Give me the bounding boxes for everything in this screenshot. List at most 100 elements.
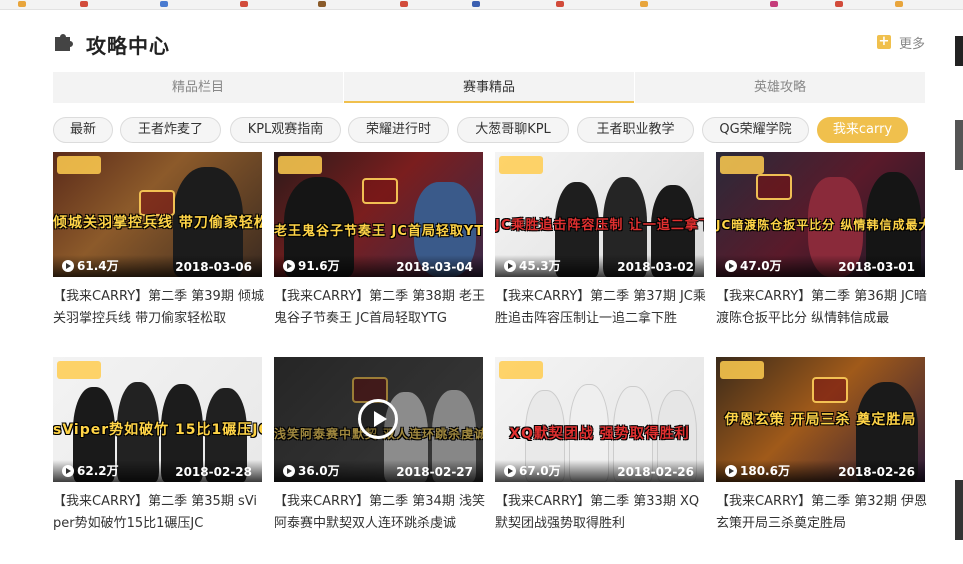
bookmark-icon[interactable]	[640, 1, 648, 7]
edge-fragment	[955, 480, 963, 540]
tab-featured-columns[interactable]: 精品栏目	[53, 72, 343, 103]
tab-label: 精品栏目	[171, 80, 224, 95]
game-logo-icon	[57, 156, 101, 174]
bookmark-icon[interactable]	[240, 1, 248, 7]
chip-kpl-guide[interactable]: KPL观赛指南	[230, 117, 341, 143]
tab-hero-guides[interactable]: 英雄攻略	[634, 72, 925, 103]
view-count-text: 45.3万	[519, 259, 561, 273]
page-title: 攻略中心	[86, 34, 170, 58]
plus-icon: +	[876, 34, 891, 49]
thumbnail-caption: 倾城关羽掌控兵线 带刀偷家轻松取胜	[53, 215, 262, 231]
play-count-icon	[504, 464, 516, 477]
video-title[interactable]: 【我来CARRY】第二季 第37期 JC乘胜追击阵容压制让一追二拿下胜	[495, 286, 707, 330]
chip-qg-academy[interactable]: QG荣耀学院	[702, 117, 809, 143]
view-count-text: 36.0万	[298, 464, 340, 478]
video-date: 2018-02-27	[396, 465, 473, 479]
video-title[interactable]: 【我来CARRY】第二季 第32期 伊恩玄策开局三杀奠定胜局	[716, 491, 928, 535]
play-count-icon	[504, 259, 516, 272]
thumbnail-caption: 老王鬼谷子节奏王 JC首局轻取YTG	[274, 224, 483, 239]
more-label: 更多	[898, 36, 925, 52]
view-count-text: 91.6万	[298, 259, 340, 273]
bookmark-icon[interactable]	[556, 1, 564, 7]
video-card[interactable]: XQ默契团战 强势取得胜利 67.0万 2018-02-26 【我来CARRY】…	[495, 357, 704, 535]
carry-logo-icon	[362, 178, 398, 204]
edge-fragment	[955, 36, 963, 66]
video-card[interactable]: 倾城关羽掌控兵线 带刀偷家轻松取胜 61.4万 2018-03-06 【我来CA…	[53, 152, 265, 330]
puzzle-icon	[55, 34, 73, 51]
video-thumbnail[interactable]: JC乘胜追击阵容压制 让一追二拿下胜利 45.3万 2018-03-02	[495, 152, 704, 277]
video-title[interactable]: 【我来CARRY】第二季 第34期 浅笑阿泰赛中默契双人连环跳杀虔诚	[274, 491, 486, 535]
video-card[interactable]: JC暗渡陈仓扳平比分 纵情韩信成最大功臣 47.0万 2018-03-01 【我…	[716, 152, 928, 330]
video-thumbnail[interactable]: 倾城关羽掌控兵线 带刀偷家轻松取胜 61.4万 2018-03-06	[53, 152, 262, 277]
bookmark-icon[interactable]	[895, 1, 903, 7]
bookmark-icon[interactable]	[160, 1, 168, 7]
video-thumbnail[interactable]: JC暗渡陈仓扳平比分 纵情韩信成最大功臣 47.0万 2018-03-01	[716, 152, 925, 277]
video-card[interactable]: 伊恩玄策 开局三杀 奠定胜局 180.6万 2018-02-26 【我来CARR…	[716, 357, 928, 535]
video-date: 2018-02-26	[617, 465, 694, 479]
video-title[interactable]: 【我来CARRY】第二季 第36期 JC暗渡陈仓扳平比分 纵情韩信成最	[716, 286, 928, 330]
video-card[interactable]: 浅笑阿泰赛中默契 双人连环跳杀虔诚 36.0万 2018-02-27 【我来CA…	[274, 357, 486, 535]
bookmark-icon[interactable]	[472, 1, 480, 7]
chip-dacongge-kpl[interactable]: 大葱哥聊KPL	[457, 117, 569, 143]
section-header: 攻略中心 + 更多	[53, 28, 925, 60]
video-date: 2018-03-06	[175, 260, 252, 274]
video-card[interactable]: sViper势如破竹 15比1碾压JC 62.2万 2018-02-28 【我来…	[53, 357, 262, 535]
bookmark-icon[interactable]	[18, 1, 26, 7]
view-count: 47.0万	[725, 257, 782, 274]
chip-wolai-carry[interactable]: 我来carry	[817, 117, 908, 143]
game-logo-icon	[278, 156, 322, 174]
video-date: 2018-03-02	[617, 260, 694, 274]
video-title[interactable]: 【我来CARRY】第二季 第39期 倾城关羽掌控兵线 带刀偷家轻松取	[53, 286, 265, 330]
play-count-icon	[62, 464, 74, 477]
view-count: 36.0万	[283, 462, 340, 479]
play-button-icon[interactable]	[358, 399, 398, 439]
video-card[interactable]: JC乘胜追击阵容压制 让一追二拿下胜利 45.3万 2018-03-02 【我来…	[495, 152, 707, 330]
thumbnail-caption: XQ默契团战 强势取得胜利	[509, 426, 690, 442]
carry-logo-icon	[756, 174, 792, 200]
more-link[interactable]: + 更多	[876, 33, 925, 52]
play-count-icon	[283, 464, 295, 477]
video-thumbnail[interactable]: sViper势如破竹 15比1碾压JC 62.2万 2018-02-28	[53, 357, 262, 482]
video-thumbnail[interactable]: 浅笑阿泰赛中默契 双人连环跳杀虔诚 36.0万 2018-02-27	[274, 357, 483, 482]
video-title[interactable]: 【我来CARRY】第二季 第35期 sViper势如破竹15比1碾压JC	[53, 491, 265, 535]
thumbnail-caption: JC乘胜追击阵容压制 让一追二拿下胜利	[495, 218, 704, 233]
play-count-icon	[725, 464, 737, 477]
bookmark-icon[interactable]	[835, 1, 843, 7]
bookmark-icon[interactable]	[400, 1, 408, 7]
chip-wangzhe-zhamaile[interactable]: 王者炸麦了	[120, 117, 221, 143]
video-title[interactable]: 【我来CARRY】第二季 第38期 老王鬼谷子节奏王 JC首局轻取YTG	[274, 286, 486, 330]
view-count: 62.2万	[62, 462, 119, 479]
play-count-icon	[283, 259, 295, 272]
tab-label: 赛事精品	[462, 80, 515, 95]
view-count-text: 67.0万	[519, 464, 561, 478]
chip-rongyao-jinxingshi[interactable]: 荣耀进行时	[348, 117, 449, 143]
video-title[interactable]: 【我来CARRY】第二季 第33期 XQ默契团战强势取得胜利	[495, 491, 707, 535]
bookmark-icon[interactable]	[318, 1, 326, 7]
view-count-text: 47.0万	[740, 259, 782, 273]
game-logo-icon	[499, 156, 543, 174]
view-count: 180.6万	[725, 462, 790, 479]
video-thumbnail[interactable]: 老王鬼谷子节奏王 JC首局轻取YTG 91.6万 2018-03-04	[274, 152, 483, 277]
thumbnail-caption: 伊恩玄策 开局三杀 奠定胜局	[724, 412, 917, 428]
tab-bar: 精品栏目 赛事精品 英雄攻略	[53, 72, 925, 103]
tab-match-highlights[interactable]: 赛事精品	[343, 72, 634, 103]
view-count: 67.0万	[504, 462, 561, 479]
chip-latest[interactable]: 最新	[53, 117, 113, 143]
carry-logo-icon	[812, 377, 848, 403]
adjacent-panel-edge	[955, 10, 963, 564]
bookmark-icon[interactable]	[770, 1, 778, 7]
game-logo-icon	[720, 156, 764, 174]
video-date: 2018-03-01	[838, 260, 915, 274]
chip-pro-teaching[interactable]: 王者职业教学	[577, 117, 694, 143]
filter-chip-bar: 最新 王者炸麦了 KPL观赛指南 荣耀进行时 大葱哥聊KPL 王者职业教学 QG…	[53, 117, 933, 143]
game-logo-icon	[720, 361, 764, 379]
video-date: 2018-02-28	[175, 465, 252, 479]
video-thumbnail[interactable]: XQ默契团战 强势取得胜利 67.0万 2018-02-26	[495, 357, 704, 482]
browser-bookmarks-strip	[0, 0, 963, 10]
video-thumbnail[interactable]: 伊恩玄策 开局三杀 奠定胜局 180.6万 2018-02-26	[716, 357, 925, 482]
view-count-text: 62.2万	[77, 464, 119, 478]
bookmark-icon[interactable]	[80, 1, 88, 7]
video-date: 2018-03-04	[396, 260, 473, 274]
view-count-text: 61.4万	[77, 259, 119, 273]
video-card[interactable]: 老王鬼谷子节奏王 JC首局轻取YTG 91.6万 2018-03-04 【我来C…	[274, 152, 486, 330]
